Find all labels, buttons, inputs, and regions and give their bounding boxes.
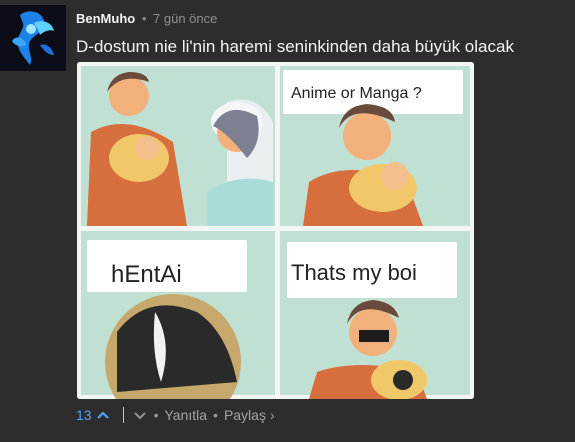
meme-panel-1	[81, 66, 275, 226]
share-chevron-icon: ›	[269, 407, 275, 423]
action-separator: •	[153, 407, 159, 423]
meme-panel-4: Thats my boi	[280, 231, 470, 399]
meme-panel-3: hEntAi	[81, 231, 275, 399]
share-button[interactable]: Paylaş ›	[224, 407, 275, 423]
meme-comic: Anime or Manga ? hEntAi Thats my boi	[77, 62, 474, 399]
meme-caption-2: Anime or Manga ?	[291, 85, 422, 102]
reply-button[interactable]: Yanıtla	[164, 407, 207, 423]
comment-text: D-dostum nie li'nin haremi seninkinden d…	[76, 37, 514, 56]
comment-header: BenMuho • 7 gün önce	[76, 11, 217, 27]
downvote-icon[interactable]	[132, 407, 148, 423]
blue-spirit-icon	[0, 5, 66, 71]
timestamp[interactable]: 7 gün önce	[153, 11, 217, 26]
meme-caption-4: Thats my boi	[291, 260, 417, 285]
meme-image[interactable]: Anime or Manga ? hEntAi Thats my boi	[77, 62, 474, 399]
vote-count: 13	[76, 407, 92, 423]
share-label: Paylaş	[223, 407, 266, 423]
vote-divider	[122, 407, 124, 423]
action-separator: •	[213, 407, 218, 423]
header-separator: •	[141, 11, 147, 26]
upvote-icon[interactable]	[95, 407, 111, 423]
username[interactable]: BenMuho	[76, 11, 135, 26]
meme-caption-3: hEntAi	[111, 261, 182, 288]
avatar[interactable]	[0, 5, 66, 71]
meme-panel-2: Anime or Manga ?	[280, 66, 470, 226]
comment-actions: 13 • Yanıtla • Paylaş ›	[76, 405, 275, 425]
